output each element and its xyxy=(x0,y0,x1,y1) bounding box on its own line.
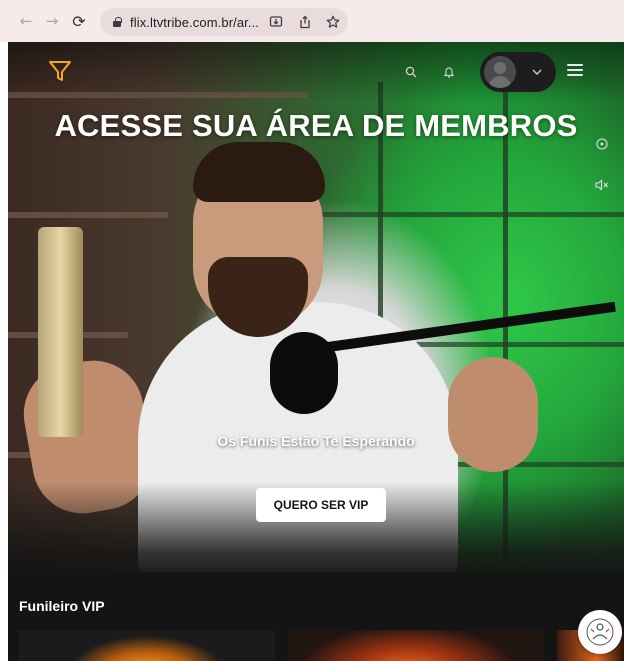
address-bar[interactable]: flix.ltvtribe.com.br/ar... xyxy=(100,8,348,36)
background-grid-line xyxy=(308,212,624,217)
person-hair xyxy=(193,142,325,202)
star-icon[interactable] xyxy=(325,14,341,30)
person-hand xyxy=(448,357,538,472)
url-text: flix.ltvtribe.com.br/ar... xyxy=(130,14,260,30)
hamburger-menu-icon[interactable] xyxy=(567,64,583,78)
content-card[interactable] xyxy=(19,630,275,661)
share-icon[interactable] xyxy=(297,14,313,30)
content-card[interactable] xyxy=(288,630,544,661)
back-arrow-icon[interactable]: ← xyxy=(15,10,37,32)
profile-menu-button[interactable] xyxy=(480,52,556,92)
reload-icon[interactable]: ⟳ xyxy=(68,10,90,32)
section-title: Funileiro VIP xyxy=(19,598,105,614)
mute-icon[interactable] xyxy=(594,177,610,193)
browser-toolbar: ← → ⟳ flix.ltvtribe.com.br/ar... xyxy=(0,0,624,42)
hero-banner: ACESSE SUA ÁREA DE MEMBROS Os Funis Estã… xyxy=(8,42,624,572)
microphone xyxy=(270,332,338,414)
hero-title: ACESSE SUA ÁREA DE MEMBROS xyxy=(54,108,578,143)
user-avatar-icon[interactable] xyxy=(484,56,516,88)
drink-can xyxy=(38,227,83,437)
bell-icon[interactable] xyxy=(441,64,457,80)
forward-arrow-icon[interactable]: → xyxy=(41,10,63,32)
support-chat-icon xyxy=(586,618,614,646)
info-icon[interactable] xyxy=(594,136,610,152)
search-icon[interactable] xyxy=(403,64,419,80)
hero-tagline: Os Funis Estão Te Esperando xyxy=(217,433,415,449)
become-vip-button[interactable]: QUERO SER VIP xyxy=(256,488,386,522)
lock-icon[interactable] xyxy=(112,17,122,27)
background-shelf xyxy=(8,212,168,218)
funnel-logo-icon[interactable] xyxy=(48,59,72,83)
page-content: ACESSE SUA ÁREA DE MEMBROS Os Funis Estã… xyxy=(8,42,624,661)
chevron-down-icon[interactable] xyxy=(529,64,545,80)
support-chat-button[interactable] xyxy=(578,610,622,654)
install-app-icon[interactable] xyxy=(268,14,284,30)
